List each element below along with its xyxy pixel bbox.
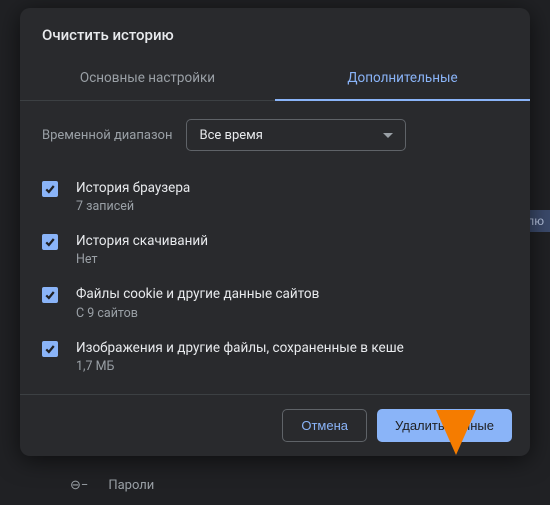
list-item-text: История скачиваний Нет [76, 232, 508, 267]
list-item-sub: С 9 сайтов [76, 306, 508, 321]
checkbox[interactable] [42, 341, 58, 357]
key-icon: ⊖− [70, 478, 88, 493]
background-row-label: Пароли [108, 478, 154, 493]
list-item-title: История скачиваний [76, 232, 508, 250]
tab-basic[interactable]: Основные настройки [20, 58, 275, 100]
list-item: Файлы cookie и другие данные сайтов С 9 с… [42, 277, 508, 330]
clear-data-button[interactable]: Удалить данные [377, 409, 512, 442]
list-item-text: Изображения и другие файлы, сохраненные … [76, 339, 508, 374]
list-item-text: История браузера 7 записей [76, 179, 508, 214]
dialog-footer: Отмена Удалить данные [20, 394, 530, 456]
list-item-title: Изображения и другие файлы, сохраненные … [76, 339, 508, 357]
list-item: История браузера 7 записей [42, 171, 508, 224]
tab-basic-label: Основные настройки [80, 70, 215, 86]
list-item: Изображения и другие файлы, сохраненные … [42, 331, 508, 384]
cancel-button[interactable]: Отмена [282, 409, 367, 442]
list-item: История скачиваний Нет [42, 224, 508, 277]
cancel-button-label: Отмена [301, 418, 348, 433]
time-range-select[interactable]: Все время [186, 119, 406, 151]
list-item-sub: 1,7 МБ [76, 359, 508, 374]
time-range-value: Все время [199, 128, 262, 143]
data-type-list: История браузера 7 записей История скачива… [20, 165, 530, 394]
list-item-title: Файлы cookie и другие данные сайтов [76, 285, 508, 303]
list-item: Пароли и другие данные для входаНет [42, 384, 508, 394]
background-settings-row: ⊖− Пароли [70, 478, 154, 493]
chevron-down-icon [383, 133, 393, 138]
list-item-sub: 7 записей [76, 199, 508, 214]
clear-history-dialog: Очистить историю Основные настройки Допо… [20, 8, 530, 456]
tab-advanced[interactable]: Дополнительные [275, 58, 530, 100]
tabs: Основные настройки Дополнительные [20, 58, 530, 101]
list-item-title: История браузера [76, 179, 508, 197]
checkbox[interactable] [42, 181, 58, 197]
clear-data-button-label: Удалить данные [395, 418, 494, 433]
time-range-row: Временной диапазон Все время [20, 101, 530, 165]
dialog-title: Очистить историю [20, 8, 530, 58]
checkbox[interactable] [42, 287, 58, 303]
list-item-sub: Нет [76, 252, 508, 267]
time-range-label: Временной диапазон [42, 128, 172, 143]
checkbox[interactable] [42, 234, 58, 250]
list-item-text: Файлы cookie и другие данные сайтов С 9 с… [76, 285, 508, 320]
tab-advanced-label: Дополнительные [347, 70, 457, 86]
